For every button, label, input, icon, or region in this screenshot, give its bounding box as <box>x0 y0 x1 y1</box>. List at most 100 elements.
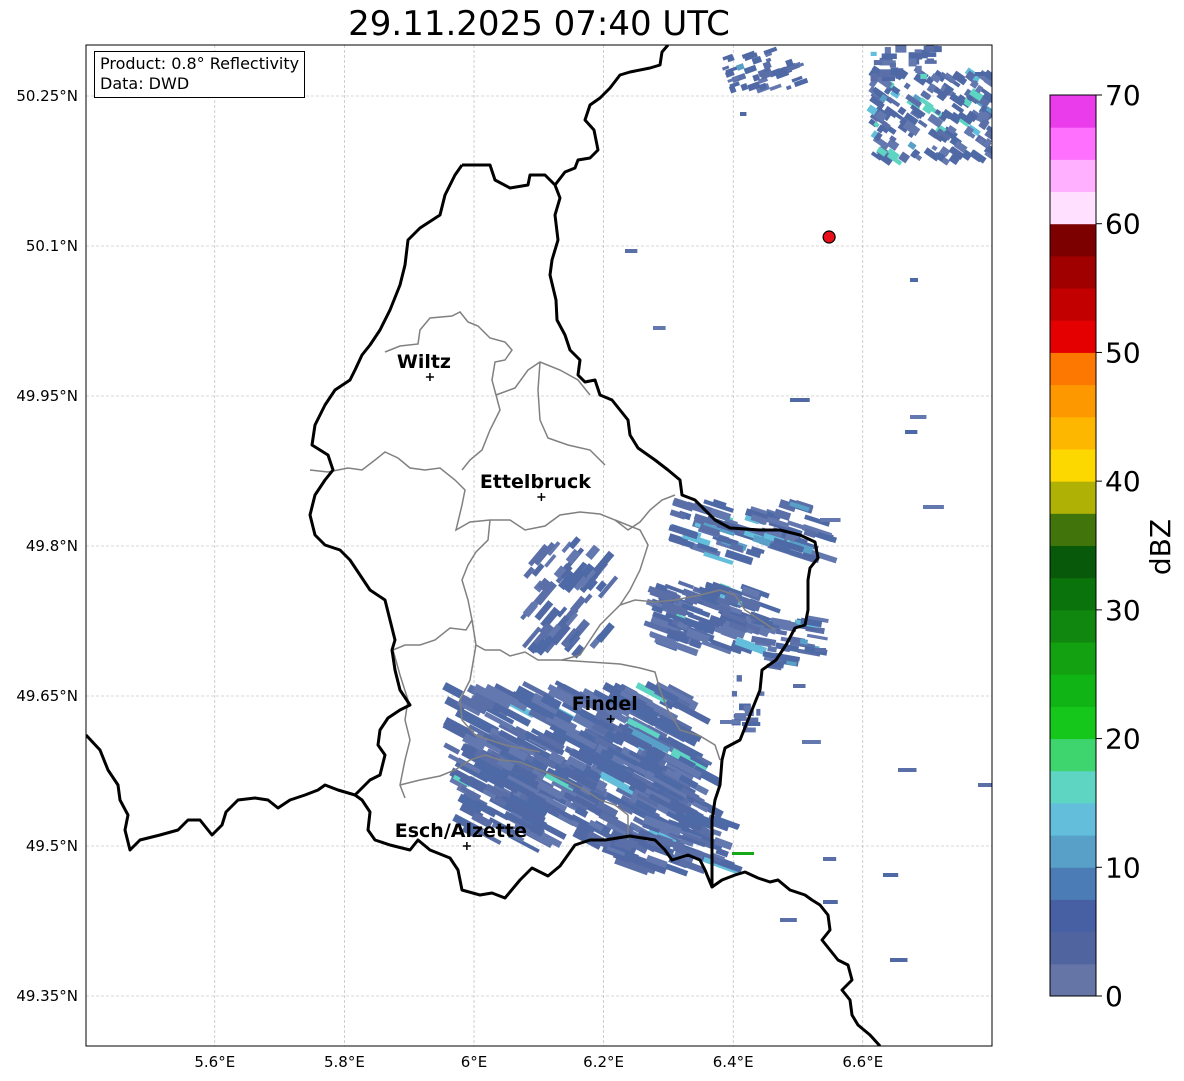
echo-cell <box>790 398 810 402</box>
echo-cell <box>806 633 828 641</box>
echo-cell <box>740 112 747 116</box>
echo-cell <box>743 64 758 75</box>
colorbar-swatch <box>1050 642 1096 675</box>
colorbar-swatch <box>1050 867 1096 900</box>
lon-tick-label: 5.6°E <box>194 1053 235 1071</box>
colorbar-swatch <box>1050 384 1096 418</box>
echo-cell <box>949 92 966 107</box>
lon-tick-label: 6.2°E <box>583 1053 624 1071</box>
lat-tick-label: 50.25°N <box>16 87 78 105</box>
echo-cell <box>926 58 935 63</box>
colorbar-swatch <box>1050 931 1096 965</box>
echo-cell <box>917 119 928 129</box>
echo-cell <box>443 742 461 755</box>
echo-cell <box>780 918 797 922</box>
city-label: Findel <box>572 693 638 715</box>
lat-tick-label: 49.95°N <box>16 387 78 405</box>
echo-cell <box>910 415 927 419</box>
lat-tick-label: 49.65°N <box>16 687 78 705</box>
colorbar-swatch <box>1050 738 1096 772</box>
echo-cell <box>914 49 922 54</box>
echo-cell <box>931 144 938 152</box>
echo-cell <box>895 45 907 53</box>
echo-cell <box>720 720 740 724</box>
echo-cell <box>595 622 615 643</box>
echo-cell <box>978 783 992 787</box>
colorbar-swatch <box>1050 191 1096 225</box>
colorbar-tick-label: 60 <box>1105 208 1141 241</box>
lat-tick-label: 49.5°N <box>26 837 78 855</box>
colorbar-swatch <box>1050 577 1096 611</box>
echo-cell <box>915 65 922 74</box>
colorbar-swatch <box>1050 963 1096 997</box>
colorbar-swatch <box>1050 802 1096 836</box>
colorbar-label: dBZ <box>1144 519 1177 575</box>
latitude-tick-labels: 50.25°N 50.1°N 49.95°N 49.8°N 49.65°N 49.5°N 4… <box>16 87 78 1005</box>
echo-cell <box>585 544 601 561</box>
colorbar-swatch <box>1050 416 1096 450</box>
echo-cell <box>731 691 738 697</box>
echo-cell <box>815 648 827 652</box>
lon-tick-label: 5.8°E <box>324 1053 365 1071</box>
echo-cell <box>762 60 772 70</box>
echo-cell <box>870 51 877 56</box>
colorbar-tick-label: 30 <box>1105 594 1141 627</box>
colorbar-swatch <box>1050 159 1096 193</box>
colorbar-swatch <box>1050 770 1096 804</box>
city-label: Wiltz <box>397 351 451 373</box>
echo-cell <box>923 505 944 509</box>
colorbar-swatch <box>1050 352 1096 386</box>
echo-cell <box>743 705 752 712</box>
colorbar-swatch <box>1050 674 1096 707</box>
echo-cell <box>898 768 917 772</box>
city-wiltz[interactable]: Wiltz <box>397 351 451 381</box>
echo-cell <box>625 249 638 253</box>
echo-cell <box>926 45 934 52</box>
echo-cell <box>903 82 911 90</box>
product-info-box: Product: 0.8° Reflectivity Data: DWD <box>94 51 306 98</box>
echo-cell <box>896 68 904 76</box>
belgium-france-border <box>86 733 356 852</box>
echo-cell <box>740 83 749 91</box>
lon-tick-label: 6.6°E <box>842 1053 883 1071</box>
colorbar-swatch <box>1050 127 1096 160</box>
longitude-tick-labels: 5.6°E 5.8°E 6°E 6.2°E 6.4°E 6.6°E <box>194 1053 883 1071</box>
colorbar-swatch <box>1050 706 1096 740</box>
echo-cell <box>908 58 917 67</box>
echo-cell <box>736 675 742 682</box>
echo-cell <box>907 141 917 150</box>
echo-cell <box>897 106 907 116</box>
lat-tick-label: 49.35°N <box>16 987 78 1005</box>
city-label: Esch/Alzette <box>395 820 527 842</box>
echo-cell <box>677 580 695 590</box>
echo-cell <box>975 72 991 76</box>
echo-cell <box>802 740 821 744</box>
colorbar-swatch <box>1050 545 1096 579</box>
echo-cell <box>775 629 788 636</box>
radar-map-figure: 50.25°N 50.1°N 49.95°N 49.8°N 49.65°N 49.5°N 4… <box>16 44 1177 1071</box>
echo-cell <box>910 278 919 282</box>
radar-site-marker[interactable] <box>822 230 836 244</box>
echo-cell <box>736 63 745 71</box>
echo-cell <box>769 83 782 92</box>
colorbar-swatch <box>1050 223 1096 257</box>
echo-cell <box>823 857 837 861</box>
canton-boundary <box>495 361 591 396</box>
colorbar-swatch <box>1050 288 1096 321</box>
echo-cell <box>823 900 838 904</box>
echo-cell <box>881 53 897 60</box>
colorbar-tick-label: 50 <box>1105 336 1141 369</box>
city-ettelbruck[interactable]: Ettelbruck <box>480 471 591 501</box>
colorbar-tick-label: 70 <box>1105 79 1141 112</box>
map-gridlines <box>86 45 992 1046</box>
colorbar-swatch <box>1050 835 1096 868</box>
echo-cell <box>793 684 806 688</box>
colorbar-swatch <box>1050 95 1096 128</box>
colorbar-tick-label: 20 <box>1105 723 1141 756</box>
echo-cell <box>653 326 666 330</box>
colorbar-tick-label: 40 <box>1105 465 1141 498</box>
canton-boundary <box>537 361 606 466</box>
canton-boundary <box>384 311 513 471</box>
product-label: Product: 0.8° Reflectivity <box>100 54 300 73</box>
echo-cell <box>921 51 928 59</box>
